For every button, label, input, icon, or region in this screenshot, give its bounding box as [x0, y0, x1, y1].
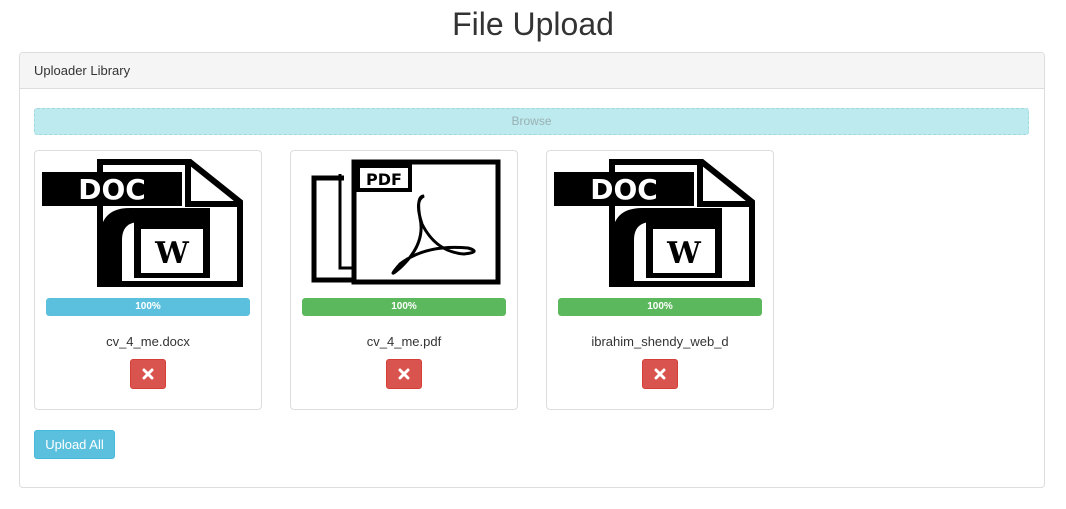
pdf-file-icon: PDF	[311, 159, 501, 285]
progress-text: 100%	[391, 301, 417, 312]
close-icon	[654, 368, 666, 380]
doc-file-icon: DOC W	[554, 159, 755, 287]
upload-all-button[interactable]: Upload All	[34, 430, 115, 459]
file-card: PDF 100% cv_4_me.pdf	[290, 150, 518, 410]
file-card: DOC W 100% cv_4_me.docx	[34, 150, 262, 410]
close-icon	[142, 368, 154, 380]
browse-button[interactable]: Browse	[34, 108, 1029, 135]
upload-progress: 100%	[302, 298, 506, 316]
uploader-panel: Uploader Library Browse DOC W 100% cv_4_…	[19, 52, 1045, 488]
svg-text:W: W	[666, 236, 702, 271]
progress-text: 100%	[135, 301, 161, 312]
upload-progress: 100%	[558, 298, 762, 316]
remove-file-button[interactable]	[386, 359, 422, 389]
file-card: DOC W 100% ibrahim_shendy_web_d	[546, 150, 774, 410]
svg-text:PDF: PDF	[366, 170, 402, 189]
file-name: cv_4_me.docx	[106, 334, 190, 349]
panel-heading: Uploader Library	[20, 53, 1044, 89]
doc-file-icon: DOC W	[42, 159, 243, 287]
progress-text: 100%	[647, 301, 673, 312]
remove-file-button[interactable]	[130, 359, 166, 389]
svg-text:DOC: DOC	[590, 173, 658, 206]
page-title: File Upload	[452, 6, 614, 42]
svg-text:DOC: DOC	[78, 173, 146, 206]
remove-file-button[interactable]	[642, 359, 678, 389]
svg-text:W: W	[154, 236, 190, 271]
close-icon	[398, 368, 410, 380]
file-name: cv_4_me.pdf	[366, 334, 442, 349]
file-name: ibrahim_shendy_web_d	[591, 334, 729, 349]
upload-progress: 100%	[46, 298, 250, 316]
